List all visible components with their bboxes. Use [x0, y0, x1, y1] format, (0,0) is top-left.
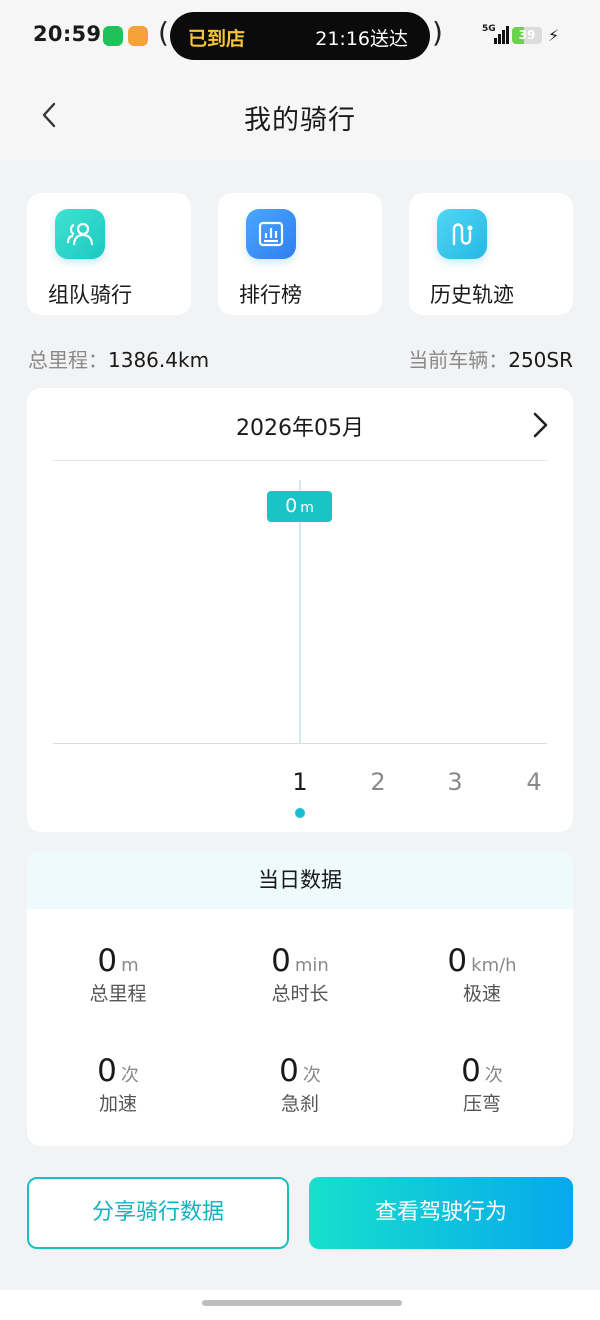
stat-value: 0 — [97, 1053, 117, 1089]
chevron-right-icon[interactable] — [529, 410, 553, 440]
page-title: 我的骑行 — [244, 105, 356, 136]
status-time: 20:59 — [33, 22, 102, 46]
nav-bar: 我的骑行 — [0, 72, 600, 160]
day-tick-1[interactable]: 1 — [280, 768, 320, 796]
daily-data-card: 当日数据 0m 总里程 0 min 总时长 0 km/h 极速 0次 加速 0次 急… — [27, 851, 573, 1146]
home-indicator[interactable] — [202, 1300, 402, 1306]
tooltip-value: 0 — [285, 495, 298, 517]
group-users-icon — [55, 209, 105, 259]
current-vehicle-label: 当前车辆： — [408, 348, 509, 372]
island-bracket-right: ) — [432, 16, 443, 49]
current-vehicle[interactable]: 当前车辆：250SR — [408, 344, 573, 373]
total-mileage-value: 1386.4km — [108, 348, 210, 372]
current-vehicle-value: 250SR — [508, 348, 573, 372]
stat-label: 总里程 — [89, 983, 147, 1005]
value-tooltip: 0m — [267, 491, 332, 522]
stat-unit: min — [294, 955, 329, 976]
stat-total-distance: 0m 总里程 — [27, 943, 209, 1006]
wechat-icon — [103, 26, 123, 46]
battery-icon: 39 — [512, 27, 542, 44]
stat-value: 0 — [279, 1053, 299, 1089]
ranking-card[interactable]: 排行榜 — [218, 193, 382, 315]
dynamic-island[interactable]: 已到店 21:16送达 — [170, 12, 430, 60]
day-tick-3[interactable]: 3 — [435, 768, 475, 796]
chart-baseline — [53, 743, 547, 744]
stat-value: 0 — [447, 943, 468, 979]
stat-acceleration: 0次 加速 — [27, 1053, 209, 1116]
island-bracket-left: ( — [158, 16, 169, 49]
team-ride-label: 组队骑行 — [48, 283, 132, 307]
ranking-label: 排行榜 — [239, 283, 302, 307]
stat-hard-braking: 0次 急刹 — [209, 1053, 391, 1116]
daily-data-title: 当日数据 — [27, 851, 573, 909]
stat-unit: 次 — [120, 1065, 139, 1086]
battery-level: 39 — [518, 28, 536, 42]
delivery-status: 已到店 — [188, 28, 246, 50]
charging-icon: ⚡ — [548, 26, 560, 45]
stat-label: 总时长 — [271, 983, 329, 1005]
team-ride-card[interactable]: 组队骑行 — [27, 193, 191, 315]
delivery-eta: 21:16送达 — [315, 28, 408, 50]
stat-label: 压弯 — [462, 1093, 501, 1115]
monthly-chart-card: 2026年05月 0m 1 2 3 4 — [27, 388, 573, 832]
stat-value: 0 — [271, 943, 291, 979]
history-track-card[interactable]: 历史轨迹 — [409, 193, 573, 315]
status-bar: 20:59 ( 已到店 21:16送达 ) 5G 39 ⚡ — [0, 0, 600, 72]
share-ride-data-button[interactable]: 分享骑行数据 — [27, 1177, 289, 1249]
stat-value: 0 — [97, 943, 118, 979]
ranking-chart-icon — [246, 209, 296, 259]
view-driving-behavior-button[interactable]: 查看驾驶行为 — [309, 1177, 573, 1249]
tooltip-unit: m — [300, 500, 314, 516]
stat-label: 急刹 — [280, 1093, 319, 1115]
stat-top-speed: 0 km/h 极速 — [391, 943, 573, 1006]
stat-unit: m — [121, 955, 139, 976]
stat-total-duration: 0 min 总时长 — [209, 943, 391, 1006]
selected-day-dot — [295, 808, 305, 818]
stat-label: 极速 — [462, 983, 501, 1005]
stat-unit: km/h — [471, 955, 517, 976]
app-notification-icon — [128, 26, 148, 46]
route-track-icon — [437, 209, 487, 259]
total-mileage: 总里程：1386.4km — [28, 344, 209, 373]
month-label: 2026年05月 — [236, 416, 364, 441]
stat-unit: 次 — [484, 1065, 503, 1086]
stat-unit: 次 — [302, 1065, 321, 1086]
day-tick-4[interactable]: 4 — [514, 768, 554, 796]
stat-cornering: 0次 压弯 — [391, 1053, 573, 1116]
total-mileage-label: 总里程： — [28, 348, 108, 372]
stat-label: 加速 — [98, 1093, 137, 1115]
history-track-label: 历史轨迹 — [430, 283, 514, 307]
chart-divider — [53, 460, 547, 461]
day-tick-2[interactable]: 2 — [358, 768, 398, 796]
signal-icon — [494, 26, 510, 44]
stat-value: 0 — [461, 1053, 481, 1089]
